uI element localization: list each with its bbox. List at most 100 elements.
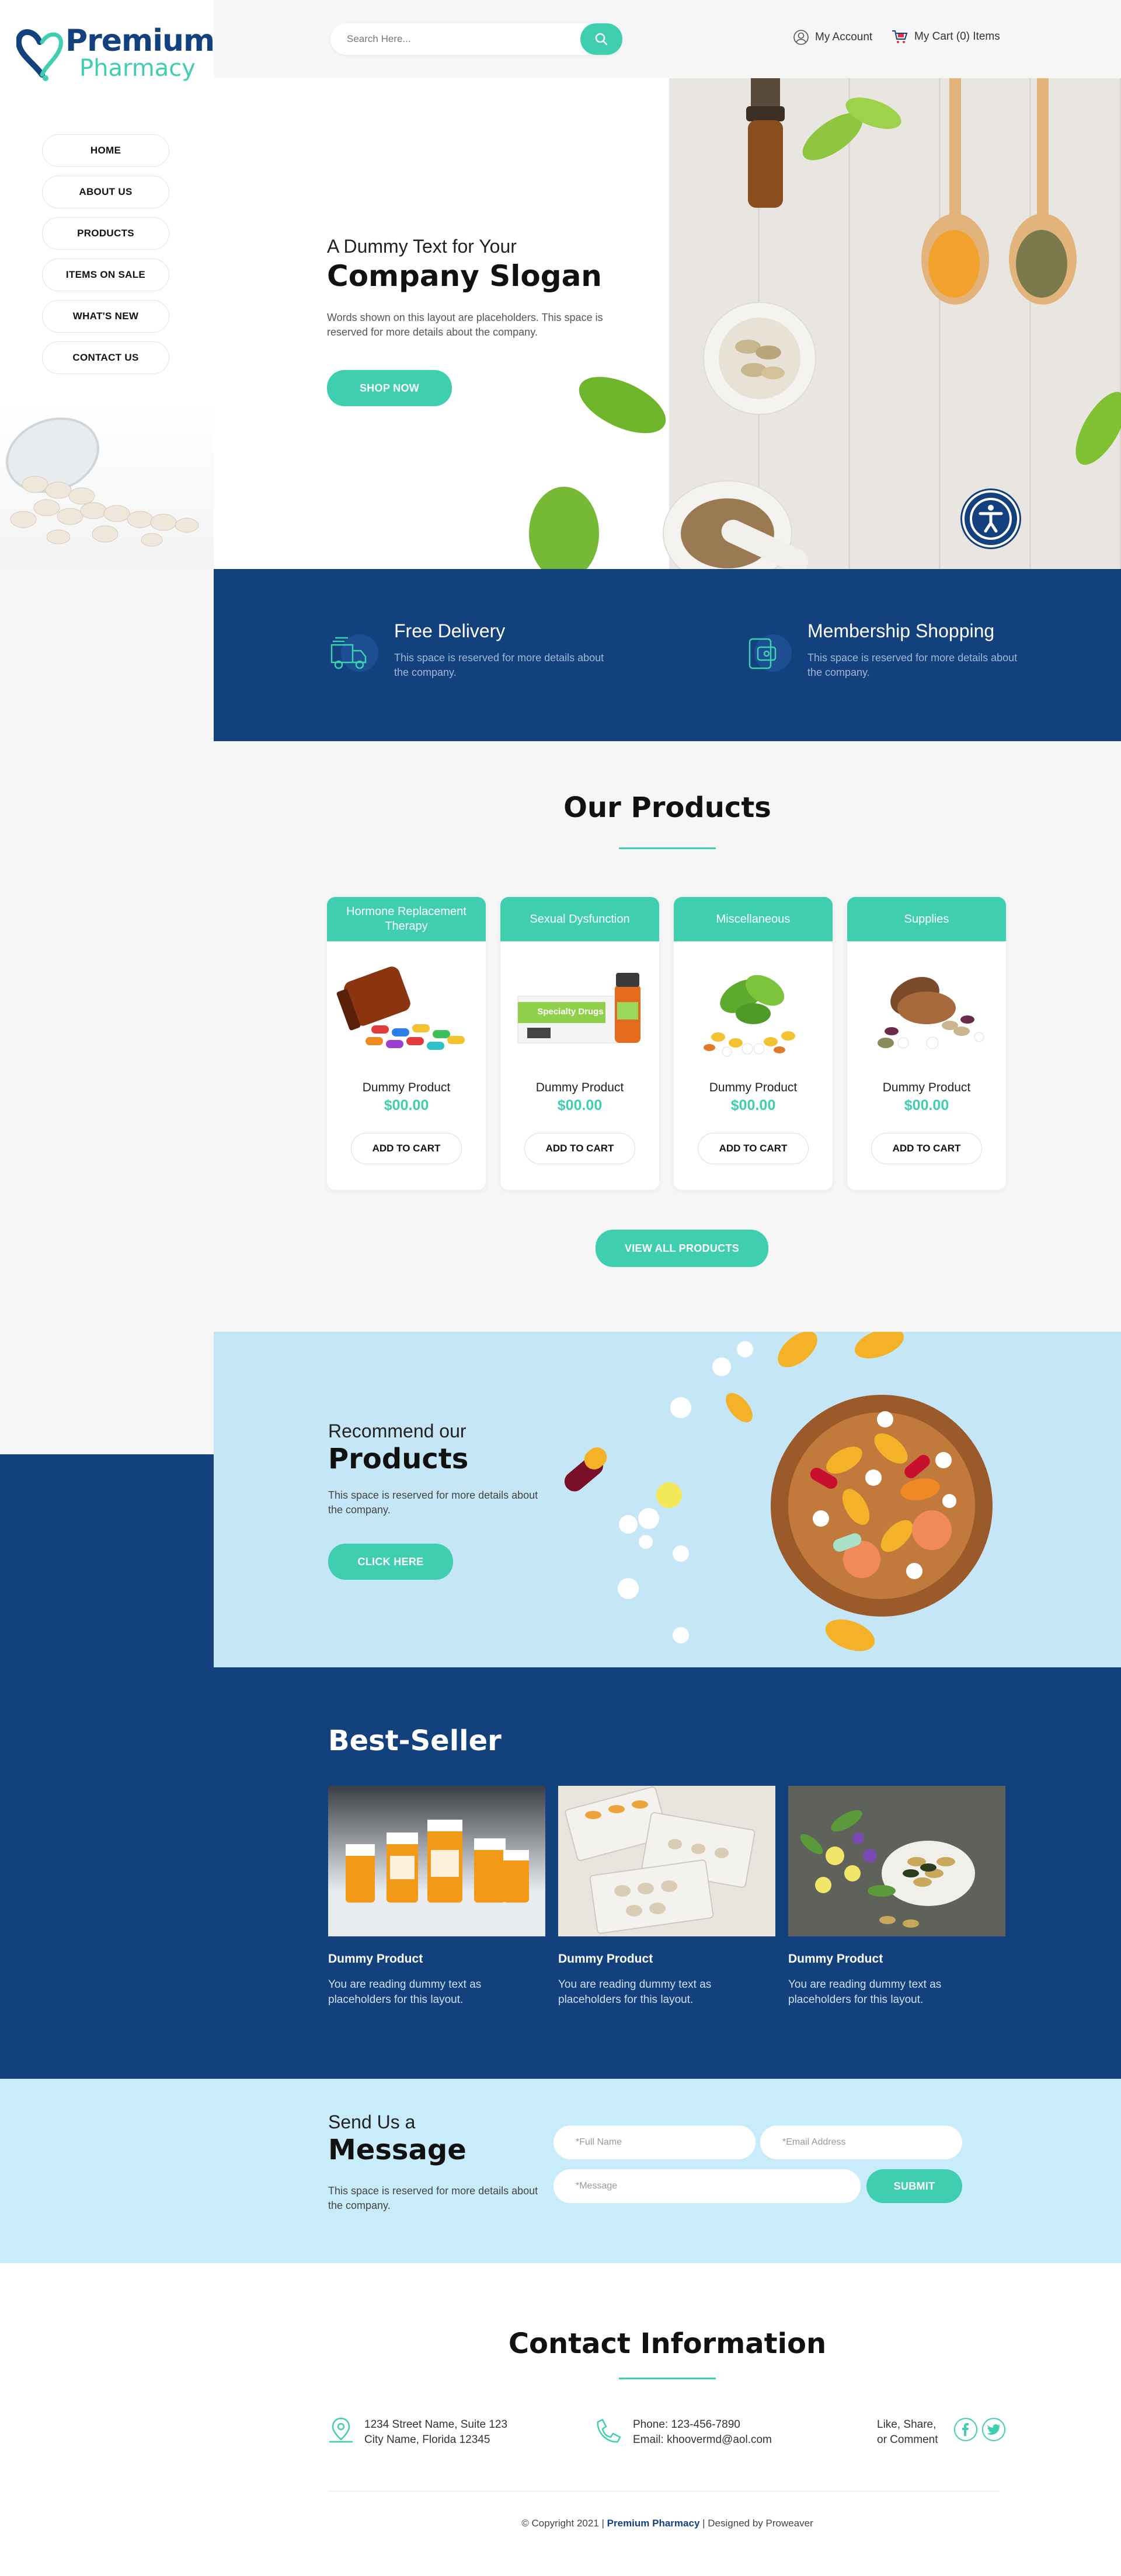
bestseller-image[interactable]: [328, 1786, 545, 1936]
product-card: Sexual Dysfunction Specialty Drugs Dummy…: [500, 897, 659, 1190]
recommend-title: Products: [328, 1443, 469, 1475]
bestseller-text: You are reading dummy text as placeholde…: [328, 1978, 482, 2006]
search-input[interactable]: Search Here...: [347, 33, 411, 45]
features-banner: Free Delivery This space is reserved for…: [214, 569, 1121, 741]
hero-pretitle: A Dummy Text for Your: [327, 236, 517, 257]
bestseller-text: You are reading dummy text as placeholde…: [558, 1978, 712, 2006]
product-price: $00.00: [557, 1097, 603, 1114]
logo-line2: Pharmacy: [79, 55, 196, 82]
nav-home[interactable]: HOME: [42, 134, 169, 167]
accessibility-icon: [970, 498, 1012, 540]
add-to-cart-button[interactable]: ADD TO CART: [524, 1133, 635, 1164]
recommend-text: This space is reserved for more details …: [328, 1489, 538, 1516]
footer-brand-link[interactable]: Premium Pharmacy: [607, 2518, 700, 2529]
message-field[interactable]: *Message: [553, 2169, 861, 2203]
bestseller-name[interactable]: Dummy Product: [558, 1952, 653, 1966]
view-all-products-button[interactable]: VIEW ALL PRODUCTS: [596, 1230, 768, 1267]
twitter-icon[interactable]: [982, 2418, 1005, 2441]
hero-text: Words shown on this layout are placehold…: [327, 312, 603, 338]
copyright-suffix: | Designed by Proweaver: [702, 2518, 813, 2529]
copyright-prefix: © Copyright 2021 |: [521, 2518, 604, 2529]
social-label-line2: or Comment: [877, 2434, 938, 2446]
click-here-button[interactable]: CLICK HERE: [328, 1544, 453, 1580]
logo[interactable]: Premium Pharmacy: [16, 21, 215, 85]
feature-title-delivery: Free Delivery: [394, 620, 506, 641]
bestseller-name[interactable]: Dummy Product: [788, 1952, 883, 1966]
location-pin-icon: [329, 2417, 353, 2443]
feature-title-membership: Membership Shopping: [807, 620, 995, 641]
bestseller-image[interactable]: [788, 1786, 1005, 1936]
address-line2: City Name, Florida 12345: [364, 2434, 490, 2446]
product-name: Dummy Product: [535, 1081, 624, 1094]
logo-line1: Premium: [65, 23, 215, 58]
product-image: [336, 966, 465, 1050]
header: Search Here... My Account My Cart (0) It…: [214, 0, 1121, 78]
user-icon: [793, 30, 809, 45]
recommend-section: Recommend our Products This space is res…: [214, 1332, 1121, 1667]
product-price: $00.00: [730, 1097, 776, 1114]
nav-whats-new[interactable]: WHAT'S NEW: [42, 300, 169, 333]
contact-section: Contact Information 1234 Street Name, Su…: [0, 2263, 1121, 2576]
phone-email-icon: [597, 2418, 621, 2443]
contact-email[interactable]: Email: khoovermd@aol.com: [633, 2432, 772, 2448]
contact-title: Contact Information: [508, 2327, 827, 2360]
hero-section: A Dummy Text for Your Company Slogan Wor…: [214, 78, 1121, 569]
bestseller-text: You are reading dummy text as placeholde…: [788, 1978, 942, 2006]
nav-about-us[interactable]: ABOUT US: [42, 176, 169, 208]
social-label-line1: Like, Share,: [877, 2418, 937, 2431]
product-category[interactable]: Supplies: [847, 897, 1006, 941]
add-to-cart-button[interactable]: ADD TO CART: [871, 1133, 982, 1164]
my-account-link[interactable]: My Account: [793, 29, 872, 46]
nav-items-on-sale[interactable]: ITEMS ON SALE: [42, 259, 169, 291]
product-name: Dummy Product: [882, 1081, 971, 1094]
search-icon: [595, 33, 608, 46]
facebook-icon[interactable]: [954, 2418, 977, 2441]
product-price: $00.00: [904, 1097, 949, 1114]
bestseller-image[interactable]: [558, 1786, 775, 1936]
nav-products[interactable]: PRODUCTS: [42, 217, 169, 250]
product-image: [704, 975, 795, 1057]
product-category[interactable]: Hormone Replacement Therapy: [327, 897, 486, 941]
delivery-truck-icon: [327, 627, 380, 680]
email-field[interactable]: *Email Address: [760, 2125, 962, 2159]
product-image: [878, 977, 984, 1049]
full-name-field[interactable]: *Full Name: [553, 2125, 756, 2159]
message-text: This space is reserved for more details …: [328, 2185, 538, 2212]
submit-button[interactable]: SUBMIT: [866, 2169, 962, 2203]
feature-text-membership: This space is reserved for more details …: [807, 652, 1018, 679]
shop-now-button[interactable]: SHOP NOW: [327, 370, 452, 406]
message-title: Message: [328, 2134, 466, 2166]
accessibility-button[interactable]: [962, 490, 1019, 547]
membership-card-icon: [740, 627, 793, 680]
add-to-cart-button[interactable]: ADD TO CART: [698, 1133, 809, 1164]
bestseller-name[interactable]: Dummy Product: [328, 1952, 423, 1966]
footer-copyright: © Copyright 2021 | Premium Pharmacy | De…: [214, 2518, 1121, 2529]
specialty-drugs-label: Specialty Drugs: [537, 1007, 604, 1017]
product-category[interactable]: Sexual Dysfunction: [500, 897, 659, 941]
address-line1: 1234 Street Name, Suite 123: [364, 2418, 508, 2431]
left-blue-panel: [0, 1454, 214, 2079]
sidebar: Premium Pharmacy HOME ABOUT US PRODUCTS …: [0, 0, 215, 569]
bestseller-title: Best-Seller: [328, 1725, 502, 1757]
product-card: Miscellaneous Dummy Product $00.00 ADD T…: [674, 897, 833, 1190]
cart-icon: [892, 30, 908, 43]
product-category[interactable]: Miscellaneous: [674, 897, 833, 941]
nav-contact-us[interactable]: CONTACT US: [42, 341, 169, 374]
product-name: Dummy Product: [709, 1081, 798, 1094]
add-to-cart-button[interactable]: ADD TO CART: [351, 1133, 462, 1164]
product-card: Hormone Replacement Therapy Dummy Produc…: [327, 897, 486, 1190]
recommend-pretitle: Recommend our: [328, 1420, 466, 1441]
pills-jar-image: [0, 403, 214, 569]
search-button[interactable]: [580, 23, 622, 55]
feature-text-delivery: This space is reserved for more details …: [394, 652, 604, 679]
title-divider: [619, 847, 716, 849]
my-account-label: My Account: [815, 31, 873, 43]
my-cart-label: My Cart (0) Items: [914, 30, 1000, 43]
product-card: Supplies Dummy Product $00.00 ADD TO CAR…: [847, 897, 1006, 1190]
contact-phone[interactable]: Phone: 123-456-7890: [633, 2417, 740, 2432]
search-box[interactable]: Search Here...: [330, 23, 622, 55]
my-cart-link[interactable]: My Cart (0) Items: [891, 29, 1000, 44]
message-section: Send Us a Message This space is reserved…: [0, 2079, 1121, 2263]
products-title: Our Products: [563, 791, 771, 824]
hero-title: Company Slogan: [327, 259, 602, 293]
